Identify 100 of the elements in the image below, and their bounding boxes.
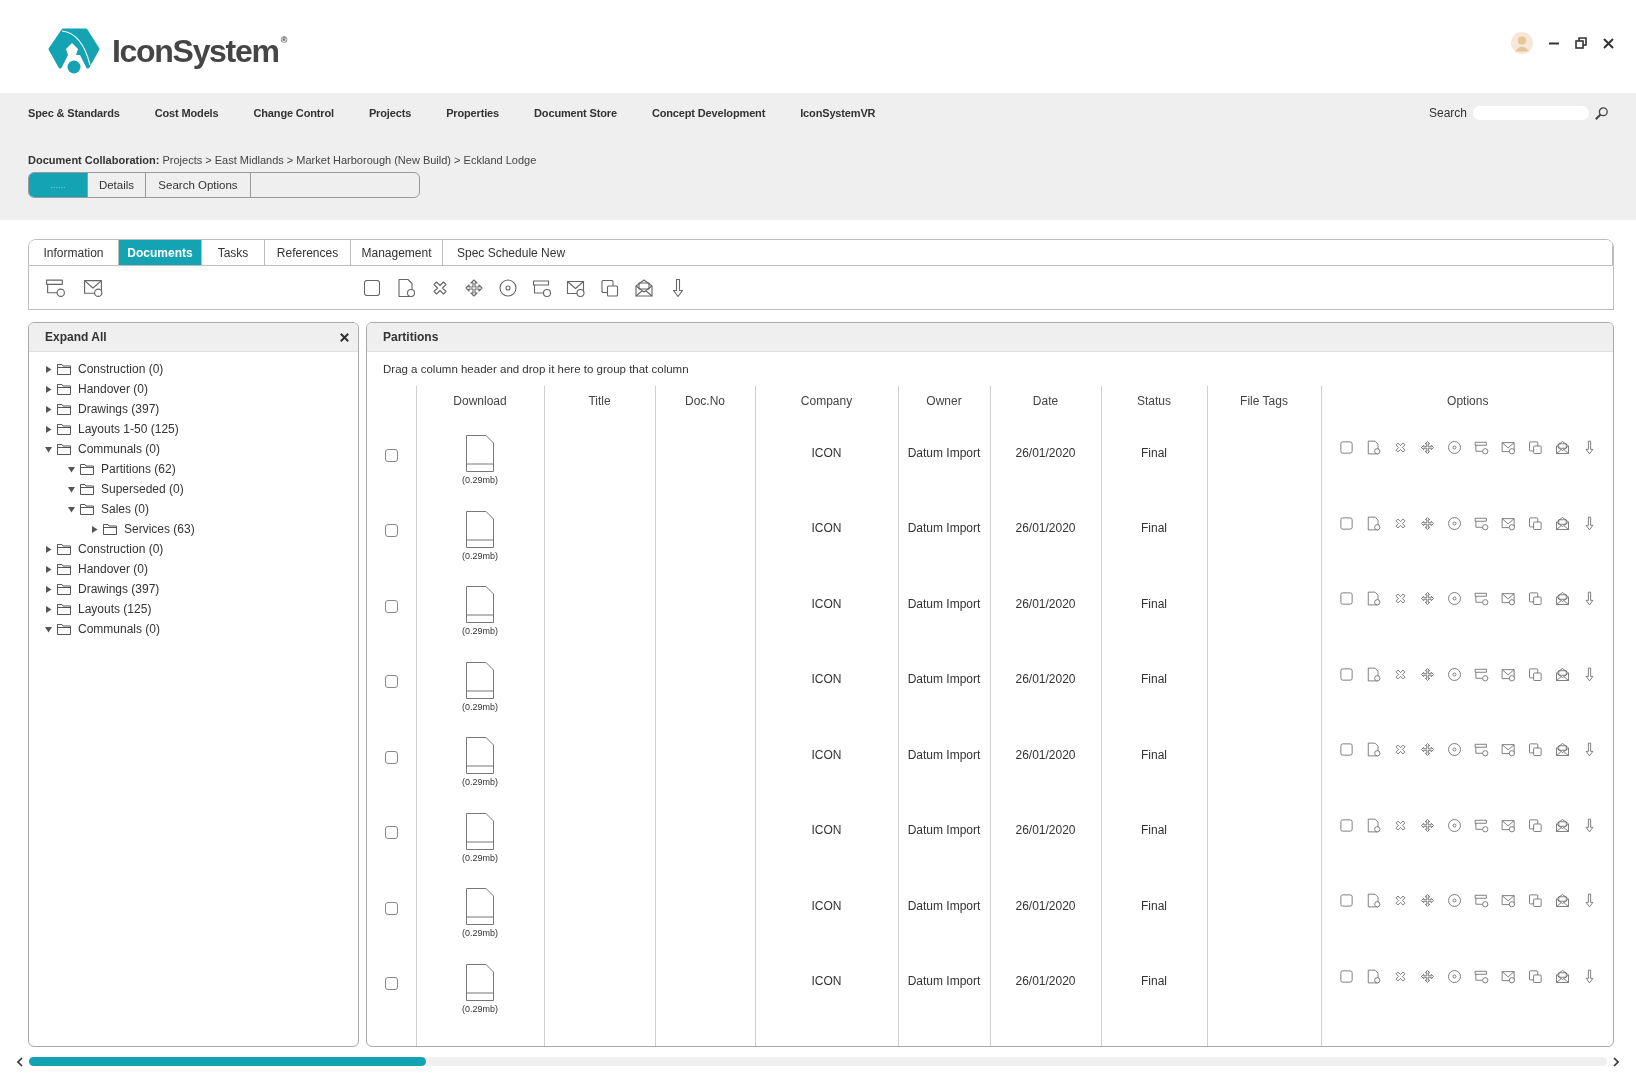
column-header[interactable]: Title: [544, 386, 655, 415]
envelope-icon[interactable]: [1500, 666, 1516, 682]
caret-icon[interactable]: [68, 505, 75, 513]
tree-item-label[interactable]: Construction (0): [78, 362, 164, 376]
envelope-icon[interactable]: [1500, 817, 1516, 833]
copy-icon[interactable]: [1527, 742, 1543, 758]
move-icon[interactable]: [1419, 666, 1435, 682]
envelope-icon[interactable]: [1500, 893, 1516, 909]
tree-item-label[interactable]: Drawings (397): [78, 582, 160, 596]
envelope-icon[interactable]: [83, 277, 104, 298]
nav-item[interactable]: Document Store: [534, 107, 617, 119]
tree-item-label[interactable]: Communals (0): [78, 442, 161, 456]
copy-icon[interactable]: [1527, 893, 1543, 909]
column-header[interactable]: File Tags: [1207, 386, 1321, 415]
restore-icon[interactable]: [1575, 37, 1587, 49]
row-checkbox[interactable]: [384, 977, 398, 991]
move-icon[interactable]: [1419, 742, 1435, 758]
subnav-tab[interactable]: Search Options: [146, 173, 251, 197]
disc-icon[interactable]: [1446, 591, 1462, 607]
move-icon[interactable]: [1419, 968, 1435, 984]
chevron-left-icon[interactable]: [17, 1056, 23, 1067]
copy-icon[interactable]: [1527, 440, 1543, 456]
search-icon[interactable]: [1595, 106, 1608, 120]
tray-icon[interactable]: [1473, 817, 1489, 833]
disc-icon[interactable]: [1446, 515, 1462, 531]
tray-icon[interactable]: [1473, 893, 1489, 909]
subnav-tab[interactable]: Details: [88, 173, 146, 197]
column-header[interactable]: Owner: [898, 386, 990, 415]
column-header[interactable]: Download: [416, 386, 544, 415]
tree-item-label[interactable]: Partitions (62): [101, 462, 176, 476]
column-header[interactable]: Company: [755, 386, 898, 415]
tree-item-label[interactable]: Superseded (0): [101, 482, 184, 496]
disc-icon[interactable]: [1446, 742, 1462, 758]
expand-all-link[interactable]: Expand All: [45, 330, 107, 344]
file-icon[interactable]: [466, 888, 494, 925]
nav-item[interactable]: Spec & Standards: [28, 107, 120, 119]
copy-icon[interactable]: [1527, 666, 1543, 682]
document-icon[interactable]: [396, 277, 416, 298]
document-icon[interactable]: [1365, 968, 1381, 984]
caret-icon[interactable]: [45, 545, 52, 553]
nav-item[interactable]: Cost Models: [154, 107, 219, 119]
open-envelope-icon[interactable]: [1554, 893, 1570, 909]
file-icon[interactable]: [466, 435, 494, 472]
open-envelope-icon[interactable]: [634, 277, 654, 298]
copy-icon[interactable]: [1527, 591, 1543, 607]
caret-icon[interactable]: [45, 385, 52, 393]
caret-icon[interactable]: [45, 365, 52, 373]
document-icon[interactable]: [1365, 515, 1381, 531]
move-icon[interactable]: [464, 277, 484, 298]
open-envelope-icon[interactable]: [1554, 515, 1570, 531]
row-checkbox[interactable]: [384, 901, 398, 915]
nav-item[interactable]: Change Control: [253, 107, 334, 119]
file-icon[interactable]: [466, 737, 494, 774]
open-envelope-icon[interactable]: [1554, 591, 1570, 607]
tree-item-label[interactable]: Sales (0): [101, 502, 150, 516]
tray-icon[interactable]: [1473, 968, 1489, 984]
tree-item-label[interactable]: Services (63): [124, 522, 195, 536]
square-icon[interactable]: [362, 277, 382, 298]
tree-item-label[interactable]: Construction (0): [78, 542, 164, 556]
disc-icon[interactable]: [1446, 968, 1462, 984]
move-icon[interactable]: [1419, 591, 1435, 607]
move-icon[interactable]: [1419, 515, 1435, 531]
column-header[interactable]: Options: [1321, 386, 1613, 415]
move-icon[interactable]: [1419, 817, 1435, 833]
envelope-icon[interactable]: [1500, 591, 1516, 607]
caret-icon[interactable]: [45, 565, 52, 573]
tray-icon[interactable]: [1473, 666, 1489, 682]
document-icon[interactable]: [1365, 817, 1381, 833]
open-envelope-icon[interactable]: [1554, 968, 1570, 984]
nav-item[interactable]: Concept Development: [651, 107, 766, 119]
tab[interactable]: Information: [29, 240, 119, 265]
tray-icon[interactable]: [1473, 742, 1489, 758]
file-icon[interactable]: [466, 963, 494, 1001]
row-checkbox[interactable]: [384, 524, 398, 538]
tray-icon[interactable]: [45, 277, 66, 298]
tree-item-label[interactable]: Layouts 1-50 (125): [78, 422, 179, 436]
copy-icon[interactable]: [600, 277, 620, 298]
tree-item-label[interactable]: Drawings (397): [78, 402, 160, 416]
move-icon[interactable]: [1419, 893, 1435, 909]
column-header[interactable]: Date: [990, 386, 1101, 415]
nav-item[interactable]: Projects: [368, 107, 412, 119]
row-checkbox[interactable]: [384, 826, 398, 840]
nav-item[interactable]: Properties: [446, 107, 500, 119]
envelope-icon[interactable]: [1500, 968, 1516, 984]
close-icon[interactable]: [340, 332, 349, 342]
copy-icon[interactable]: [1527, 515, 1543, 531]
tree-item-label[interactable]: Handover (0): [78, 562, 149, 576]
open-envelope-icon[interactable]: [1554, 817, 1570, 833]
nav-item[interactable]: IconSystemVR: [800, 107, 876, 119]
scrollbar-track[interactable]: [29, 1057, 1607, 1066]
tray-icon[interactable]: [1473, 440, 1489, 456]
caret-icon[interactable]: [45, 625, 52, 633]
scrollbar-thumb[interactable]: [29, 1057, 426, 1066]
row-checkbox[interactable]: [384, 448, 398, 462]
caret-icon[interactable]: [45, 445, 52, 453]
tree-item-label[interactable]: Communals (0): [78, 622, 161, 636]
tray-icon[interactable]: [1473, 515, 1489, 531]
caret-icon[interactable]: [68, 465, 75, 473]
caret-icon[interactable]: [91, 525, 98, 533]
file-icon[interactable]: [466, 586, 494, 623]
